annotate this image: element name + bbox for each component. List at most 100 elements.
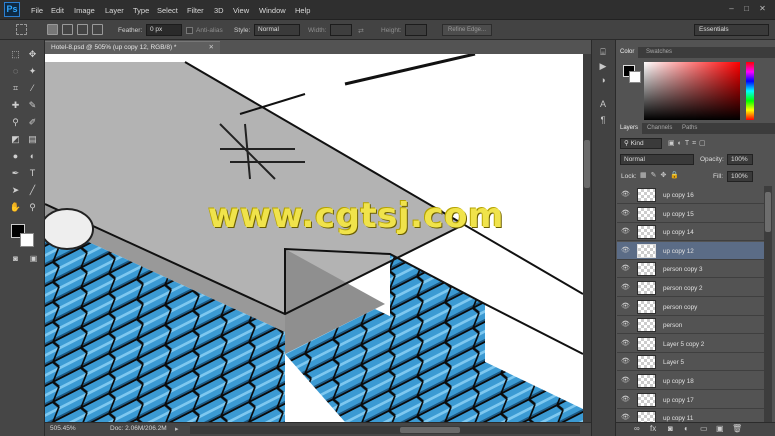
menu-filter[interactable]: Filter — [187, 6, 204, 15]
opacity-input[interactable]: 100% — [727, 154, 753, 165]
eyedropper-icon[interactable]: ⁄ — [25, 81, 40, 95]
new-selection-icon[interactable] — [47, 24, 58, 35]
blend-mode-select[interactable]: Normal — [620, 154, 694, 165]
layer-row[interactable]: 👁 up copy 17 — [617, 390, 764, 409]
tab-channels[interactable]: Channels — [643, 123, 676, 134]
antialias-checkbox[interactable] — [186, 27, 193, 34]
adjustment-layer-icon[interactable]: ◐ — [684, 423, 689, 435]
feather-input[interactable]: 0 px — [146, 24, 182, 36]
type-icon[interactable]: T — [25, 166, 40, 180]
swap-dimensions-icon[interactable]: ⇄ — [358, 27, 364, 35]
lasso-icon[interactable]: ◌ — [8, 64, 23, 78]
visibility-eye-icon[interactable]: 👁 — [621, 358, 631, 366]
visibility-eye-icon[interactable]: 👁 — [621, 265, 631, 273]
canvas-scroll-thumb[interactable] — [584, 140, 590, 188]
style-select[interactable]: Normal — [254, 24, 300, 36]
layer-row[interactable]: 👁 up copy 15 — [617, 204, 764, 223]
background-color-swatch[interactable] — [20, 233, 34, 247]
zoom-icon[interactable]: ⚲ — [25, 200, 40, 214]
tab-layers[interactable]: Layers — [616, 123, 643, 134]
workspace-select[interactable]: Essentials — [694, 24, 769, 36]
menu-type[interactable]: Type — [133, 6, 149, 15]
minimize-button[interactable]: – — [727, 4, 736, 13]
hue-slider[interactable] — [746, 62, 754, 120]
layer-name[interactable]: person copy 3 — [663, 266, 703, 273]
layer-row[interactable]: 👁 up copy 16 — [617, 186, 764, 204]
intersect-selection-icon[interactable] — [92, 24, 103, 35]
canvas-vertical-scrollbar[interactable] — [583, 54, 591, 422]
canvas-horizontal-scrollbar[interactable] — [190, 426, 580, 434]
horizontal-scroll-thumb[interactable] — [400, 427, 460, 433]
adjustments-panel-icon[interactable]: ◑ — [597, 74, 609, 86]
menu-file[interactable]: File — [31, 6, 43, 15]
menu-window[interactable]: Window — [259, 6, 286, 15]
visibility-eye-icon[interactable]: 👁 — [621, 340, 631, 348]
gradient-icon[interactable]: ▤ — [25, 132, 40, 146]
dodge-icon[interactable]: ◐ — [25, 149, 40, 163]
visibility-eye-icon[interactable]: 👁 — [621, 377, 631, 385]
maximize-button[interactable]: □ — [742, 4, 751, 13]
layer-name[interactable]: person — [663, 322, 682, 329]
menu-select[interactable]: Select — [157, 6, 178, 15]
menu-help[interactable]: Help — [295, 6, 310, 15]
refine-edge-button[interactable]: Refine Edge... — [442, 24, 492, 36]
close-document-icon[interactable]: ✕ — [209, 42, 214, 54]
visibility-eye-icon[interactable]: 👁 — [621, 321, 631, 329]
layer-name[interactable]: up copy 15 — [663, 211, 694, 218]
layer-row[interactable]: 👁 person copy 3 — [617, 260, 764, 279]
document-canvas[interactable] — [45, 54, 583, 422]
actions-panel-icon[interactable]: ▶ — [597, 60, 609, 72]
document-tab[interactable]: Hotel-8.psd @ 505% (up copy 12, RGB/8) *… — [45, 41, 220, 54]
new-layer-icon[interactable]: ▣ — [716, 423, 724, 435]
menu-image[interactable]: Image — [74, 6, 95, 15]
menu-view[interactable]: View — [233, 6, 249, 15]
layer-name[interactable]: up copy 18 — [663, 378, 694, 385]
layer-name[interactable]: Layer 5 copy 2 — [663, 341, 704, 348]
line-icon[interactable]: ╱ — [25, 183, 40, 197]
menu-layer[interactable]: Layer — [105, 6, 124, 15]
magic-wand-icon[interactable]: ✦ — [25, 64, 40, 78]
fill-input[interactable]: 100% — [727, 171, 753, 182]
layer-row[interactable]: 👁 Layer 5 copy 2 — [617, 334, 764, 353]
zoom-level[interactable]: 505.45% — [50, 425, 76, 432]
hand-icon[interactable]: ✋ — [8, 200, 23, 214]
visibility-eye-icon[interactable]: 👁 — [621, 396, 631, 404]
eraser-icon[interactable]: ◩ — [8, 132, 23, 146]
layers-scroll-thumb[interactable] — [765, 192, 771, 232]
menu-3d[interactable]: 3D — [214, 6, 224, 15]
tab-paths[interactable]: Paths — [678, 123, 701, 134]
blur-icon[interactable]: ● — [8, 149, 23, 163]
layer-row[interactable]: 👁 up copy 18 — [617, 372, 764, 390]
visibility-eye-icon[interactable]: 👁 — [621, 247, 631, 255]
layer-name[interactable]: up copy 17 — [663, 397, 694, 404]
layer-name[interactable]: up copy 14 — [663, 229, 694, 236]
add-selection-icon[interactable] — [62, 24, 73, 35]
layer-row[interactable]: 👁 Layer 5 — [617, 353, 764, 372]
new-group-icon[interactable]: ▭ — [700, 423, 708, 435]
layer-style-icon[interactable]: fx — [650, 423, 656, 435]
layer-row[interactable]: 👁 person copy 2 — [617, 279, 764, 297]
visibility-eye-icon[interactable]: 👁 — [621, 228, 631, 236]
layer-name[interactable]: Layer 5 — [663, 359, 684, 366]
move-icon[interactable]: ✥ — [25, 47, 40, 61]
color-field[interactable] — [644, 62, 740, 120]
visibility-eye-icon[interactable]: 👁 — [621, 284, 631, 292]
delete-layer-icon[interactable]: 🗑 — [732, 423, 742, 435]
layer-row[interactable]: 👁 person copy — [617, 297, 764, 316]
history-panel-icon[interactable]: ⌸ — [597, 46, 609, 58]
layer-name[interactable]: person copy — [663, 304, 697, 311]
marquee-preset-icon[interactable] — [16, 24, 27, 35]
layer-row[interactable]: 👁 up copy 14 — [617, 223, 764, 242]
visibility-eye-icon[interactable]: 👁 — [621, 210, 631, 218]
close-window-button[interactable]: ✕ — [758, 4, 767, 13]
character-panel-icon[interactable]: A — [597, 98, 609, 110]
layer-row[interactable]: 👁 up copy 12 — [617, 241, 764, 260]
layer-filter-icons[interactable]: ▣◐T⌗▢ — [668, 139, 709, 148]
height-input[interactable] — [405, 24, 427, 36]
quick-mask-icon[interactable]: ◙ — [8, 252, 23, 266]
pen-icon[interactable]: ✒ — [8, 166, 23, 180]
layer-name[interactable]: up copy 12 — [663, 248, 694, 255]
subtract-selection-icon[interactable] — [77, 24, 88, 35]
paragraph-panel-icon[interactable]: ¶ — [597, 114, 609, 126]
visibility-eye-icon[interactable]: 👁 — [621, 191, 631, 199]
